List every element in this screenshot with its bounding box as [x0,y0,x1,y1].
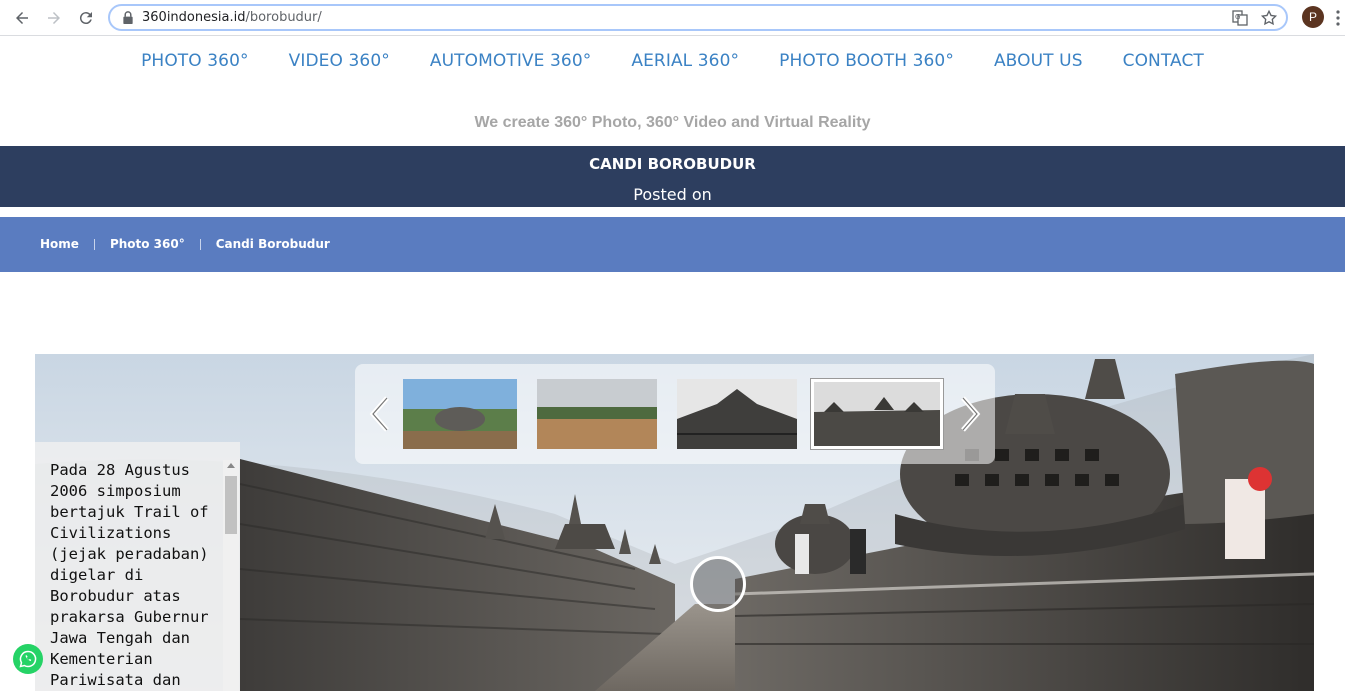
breadcrumb-separator [199,238,201,250]
bookmark-star-icon[interactable] [1260,9,1278,27]
prev-arrow-icon[interactable] [365,394,395,434]
panorama-viewer[interactable]: Pada 28 Agustus 2006 simposium bertajuk … [35,354,1314,691]
nav-video-360[interactable]: VIDEO 360° [269,51,410,71]
main-nav: PHOTO 360° VIDEO 360° AUTOMOTIVE 360° AE… [0,36,1345,86]
svg-text:G: G [1235,13,1240,21]
forward-icon[interactable] [42,6,66,30]
nav-photo-360[interactable]: PHOTO 360° [121,51,269,71]
thumbnail-3[interactable] [677,379,797,449]
nav-about-us[interactable]: ABOUT US [974,51,1103,71]
nav-automotive-360[interactable]: AUTOMOTIVE 360° [410,51,612,71]
description-panel[interactable]: Pada 28 Agustus 2006 simposium bertajuk … [35,442,240,691]
avatar-letter: P [1308,10,1317,24]
reload-icon[interactable] [74,6,98,30]
breadcrumb-bar: Home Photo 360° Candi Borobudur [0,217,1345,272]
thumbnail-3-image [677,379,797,449]
thumbnail-strip [355,364,995,464]
breadcrumb: Home Photo 360° Candi Borobudur [40,237,330,251]
translate-icon[interactable]: G [1232,10,1248,26]
description-scrollbar[interactable] [223,460,239,691]
lock-icon [123,11,133,24]
thumbnail-2[interactable] [537,379,657,449]
nav-aerial-360[interactable]: AERIAL 360° [611,51,759,71]
nav-contact[interactable]: CONTACT [1103,51,1224,71]
address-bar[interactable]: 360indonesia.id/borobudur/ G [108,4,1288,31]
scroll-up-icon[interactable] [227,463,235,468]
panorama-center-control[interactable] [690,556,746,612]
thumbnail-1-image [403,379,517,449]
breadcrumb-photo-360[interactable]: Photo 360° [110,237,185,251]
breadcrumb-current: Candi Borobudur [215,237,330,251]
profile-avatar[interactable]: P [1302,6,1324,28]
whatsapp-icon[interactable] [13,644,43,674]
thumbnail-4-active[interactable] [811,379,943,449]
breadcrumb-separator [93,238,95,250]
nav-photo-booth-360[interactable]: PHOTO BOOTH 360° [759,51,974,71]
scroll-thumb[interactable] [225,476,237,534]
url-text[interactable]: 360indonesia.id/borobudur/ [142,10,322,25]
thumbnail-1[interactable] [403,379,517,449]
thumbnail-4-image [814,382,940,446]
site-tagline: We create 360° Photo, 360° Video and Vir… [474,114,871,131]
breadcrumb-home[interactable]: Home [40,237,79,251]
url-domain: 360indonesia.id [142,10,246,25]
browser-toolbar: 360indonesia.id/borobudur/ G P [0,0,1345,36]
back-icon[interactable] [10,6,34,30]
next-arrow-icon[interactable] [955,394,985,434]
page-title: CANDI BOROBUDUR [589,155,756,173]
url-path: /borobudur/ [245,10,322,25]
menu-kebab-icon[interactable] [1336,10,1340,26]
posted-on: Posted on [633,185,712,204]
thumbnail-2-image [537,379,657,449]
page-header: CANDI BOROBUDUR Posted on [0,146,1345,207]
description-text: Pada 28 Agustus 2006 simposium bertajuk … [50,461,209,689]
